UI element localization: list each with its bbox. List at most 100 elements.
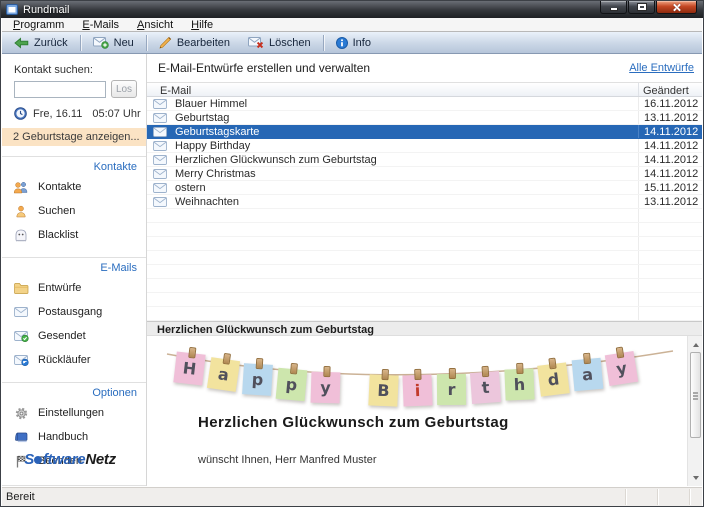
menu-bar: ProgrammE-MailsAnsichtHilfe <box>2 18 702 32</box>
new-mail-button[interactable]: Neu <box>84 35 143 51</box>
empty-row <box>147 251 702 265</box>
content-area: Kontakt suchen: Los Fre, 16.11 05:07 Uhr… <box>2 54 702 486</box>
close-icon <box>672 3 681 12</box>
sidebar-item-blacklist[interactable]: Blacklist <box>2 223 146 247</box>
logo-text-middle: ftware <box>43 451 85 468</box>
envelope-icon <box>153 169 167 179</box>
toolbar-label: Zurück <box>34 37 68 49</box>
banner-card: y <box>605 351 638 386</box>
menu-hilfe[interactable]: Hilfe <box>182 18 222 31</box>
empty-row <box>147 209 702 223</box>
email-row[interactable]: Weihnachten 13.11.2012 <box>147 195 702 209</box>
menu-emails[interactable]: E-Mails <box>73 18 128 31</box>
scroll-up-button[interactable] <box>689 338 702 351</box>
email-name: ostern <box>175 182 206 194</box>
preview-pane: HappyBirthday Herzlichen Glückwunsch zum… <box>147 336 702 486</box>
menu-programm[interactable]: Programm <box>4 18 73 31</box>
email-row[interactable]: Geburtstagskarte14.11.2012 <box>147 125 702 139</box>
sidebar-item-label: Rückläufer <box>38 354 91 366</box>
minimize-button[interactable] <box>600 1 627 14</box>
section-title-optionen: Optionen <box>2 383 146 401</box>
sidebar-item-postausgang[interactable]: Postausgang <box>2 300 146 324</box>
email-name: Weihnachten <box>175 196 239 208</box>
sidebar-item-kontakte[interactable]: Kontakte <box>2 175 146 199</box>
section-title-kontakte: Kontakte <box>2 157 146 175</box>
toolbar-label: Info <box>353 37 371 49</box>
column-header-email[interactable]: E-Mail <box>160 85 191 97</box>
empty-row <box>147 265 702 279</box>
search-go-button[interactable]: Los <box>111 80 137 98</box>
maximize-button[interactable] <box>628 1 655 14</box>
toolbar-label: Neu <box>114 37 134 49</box>
empty-row <box>147 223 702 237</box>
empty-row <box>147 307 702 321</box>
column-header-date[interactable]: Geändert <box>643 85 689 97</box>
folder-icon <box>13 282 29 294</box>
logo-text-prefix: S <box>24 451 34 468</box>
banner-card: a <box>572 358 604 392</box>
contact-search-input[interactable] <box>14 81 106 98</box>
envelope-icon <box>153 141 167 151</box>
email-row[interactable]: Blauer Himmel 16.11.2012 <box>147 97 702 111</box>
logo-text-suffix: Netz <box>85 451 115 468</box>
title-bar: Rundmail <box>1 1 703 18</box>
email-row[interactable]: Herzlichen Glückwunsch zum Geburtstag14.… <box>147 153 702 167</box>
preview-heading: Herzlichen Glückwunsch zum Geburtstag <box>198 414 509 431</box>
close-button[interactable] <box>656 1 697 14</box>
birthday-notice[interactable]: 2 Geburtstage anzeigen... <box>2 128 146 146</box>
info-icon <box>336 37 348 49</box>
scrollbar-thumb[interactable] <box>690 352 701 438</box>
banner-card: p <box>242 364 273 397</box>
envelope-icon <box>153 127 167 137</box>
envelope-sent-icon <box>13 331 29 342</box>
gear-icon <box>13 407 29 420</box>
email-name: Blauer Himmel <box>175 98 247 110</box>
sidebar-item-label: Entwürfe <box>38 282 81 294</box>
section-title-emails: E-Mails <box>2 258 146 276</box>
email-row[interactable]: Happy Birthday14.11.2012 <box>147 139 702 153</box>
sidebar-item-rcklufer[interactable]: Rückläufer <box>2 348 146 372</box>
email-row[interactable]: ostern15.11.2012 <box>147 181 702 195</box>
minimize-icon <box>610 8 618 11</box>
sidebar-item-handbuch[interactable]: Handbuch <box>2 425 146 449</box>
contacts-icon <box>13 181 29 194</box>
sidebar-item-gesendet[interactable]: Gesendet <box>2 324 146 348</box>
info-button[interactable]: Info <box>327 35 380 51</box>
app-icon <box>6 4 18 15</box>
page-title: E-Mail-Entwürfe erstellen und verwalten <box>158 61 370 75</box>
scroll-down-button[interactable] <box>689 471 702 484</box>
banner-card: H <box>173 351 205 385</box>
banner-card: i <box>402 374 432 406</box>
edit-button[interactable]: Bearbeiten <box>150 35 239 51</box>
contact-search-label: Kontakt suchen: <box>14 64 146 76</box>
envelope-icon <box>13 307 29 317</box>
menu-ansicht[interactable]: Ansicht <box>128 18 182 31</box>
preview-title: Herzlichen Glückwunsch zum Geburtstag <box>147 321 702 336</box>
scroll-up-icon <box>693 343 699 347</box>
person-search-icon <box>13 205 29 218</box>
banner-card: h <box>504 368 534 400</box>
email-date: 16.11.2012 <box>638 97 702 110</box>
email-date: 14.11.2012 <box>638 125 702 138</box>
preview-scrollbar[interactable] <box>687 336 702 486</box>
banner-card: a <box>207 357 240 392</box>
sidebar-item-suchen[interactable]: Suchen <box>2 199 146 223</box>
sidebar-item-label: Einstellungen <box>38 407 104 419</box>
sidebar-item-einstellungen[interactable]: Einstellungen <box>2 401 146 425</box>
email-name: Herzlichen Glückwunsch zum Geburtstag <box>175 154 377 166</box>
edit-icon <box>159 37 172 49</box>
sidebar-item-entwrfe[interactable]: Entwürfe <box>2 276 146 300</box>
back-button[interactable]: Zurück <box>5 35 77 51</box>
email-date: 14.11.2012 <box>638 167 702 180</box>
email-row[interactable]: Geburtstag13.11.2012 <box>147 111 702 125</box>
sidebar-item-label: Blacklist <box>38 229 78 241</box>
birthday-banner-image: HappyBirthday <box>163 339 679 411</box>
envelope-icon <box>153 99 167 109</box>
email-row[interactable]: Merry Christmas14.11.2012 <box>147 167 702 181</box>
email-date: 14.11.2012 <box>638 139 702 152</box>
sidebar: Kontakt suchen: Los Fre, 16.11 05:07 Uhr… <box>2 54 147 486</box>
delete-mail-button[interactable]: Löschen <box>239 35 320 51</box>
email-date: 13.11.2012 <box>638 195 702 208</box>
scrollbar-grip-icon <box>693 392 698 394</box>
all-drafts-link[interactable]: Alle Entwürfe <box>629 62 694 74</box>
